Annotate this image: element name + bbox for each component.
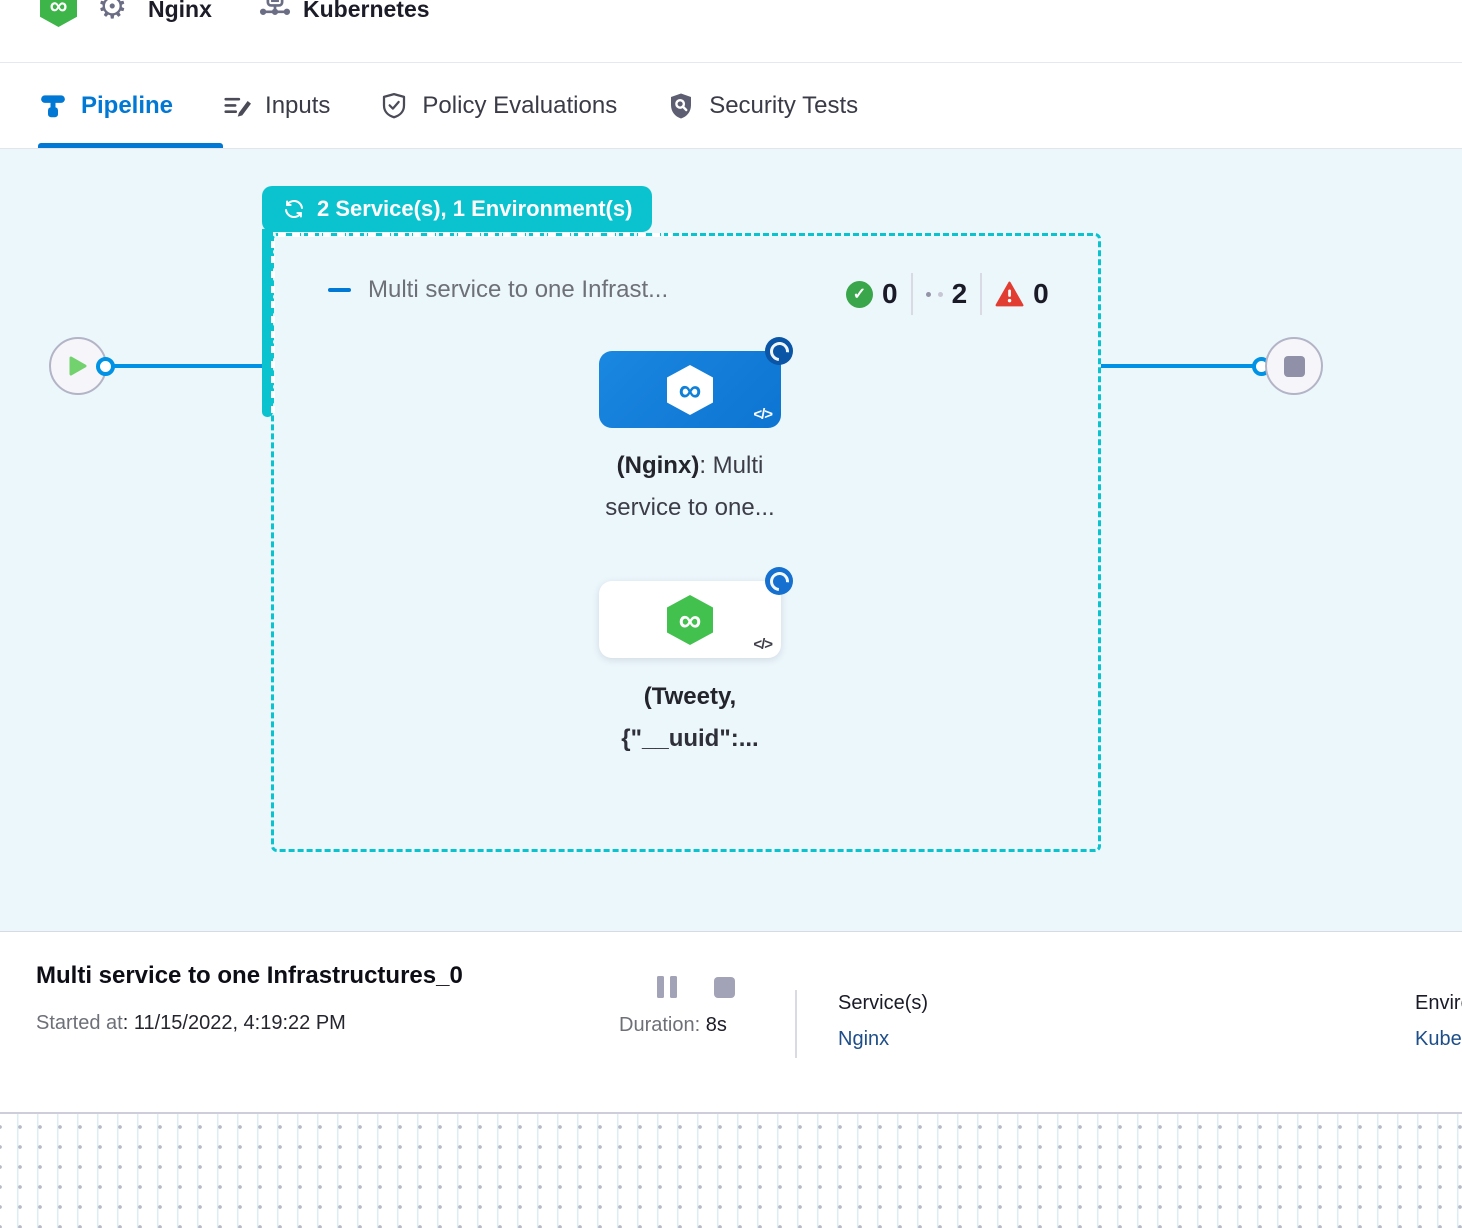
play-icon <box>69 356 87 376</box>
duration-value: 8s <box>706 1014 727 1036</box>
info-divider <box>795 990 797 1058</box>
services-environments-badge-label: 2 Service(s), 1 Environment(s) <box>317 196 632 222</box>
stage-group-boundary-dash-overlay-side <box>271 241 275 415</box>
started-at: Started at: 11/15/2022, 4:19:22 PM <box>36 1012 346 1035</box>
started-at-value: : 11/15/2022, 4:19:22 PM <box>123 1012 346 1034</box>
pause-button[interactable] <box>657 976 677 998</box>
tab-security-tests[interactable]: Security Tests <box>666 91 858 121</box>
environments-label: Environment(s) <box>1415 992 1462 1015</box>
stage-group-boundary <box>271 233 1101 852</box>
services-label: Service(s) <box>838 992 928 1015</box>
stage-group-boundary-dash-overlay-top <box>278 233 672 237</box>
tab-pipeline-label: Pipeline <box>81 92 173 120</box>
infrastructure-icon <box>256 0 294 30</box>
shield-check-icon <box>379 91 409 121</box>
tab-bar: Pipeline Inputs Policy Evaluations <box>0 63 1462 149</box>
pipeline-icon <box>38 91 68 121</box>
gear-icon: ⚙ <box>97 0 127 27</box>
duration-label: Duration: <box>619 1014 700 1036</box>
stop-icon <box>1284 356 1305 377</box>
environment-name-crumb[interactable]: Kubernetes <box>303 0 430 23</box>
connector-dot-start <box>96 357 115 376</box>
tab-security-tests-label: Security Tests <box>709 92 858 120</box>
edit-inputs-icon <box>222 91 252 121</box>
tab-policy-evaluations-label: Policy Evaluations <box>422 92 617 120</box>
tab-inputs-label: Inputs <box>265 92 330 120</box>
pipeline-end-node[interactable] <box>1265 337 1323 395</box>
started-at-label: Started at <box>36 1012 123 1034</box>
active-tab-underline <box>38 143 223 148</box>
duration: Duration: 8s <box>619 1014 727 1037</box>
loop-icon <box>282 197 306 221</box>
pipeline-name-crumb[interactable]: Nginx <box>148 0 212 23</box>
edge-start-to-stage <box>105 364 263 368</box>
services-summary: Service(s) Nginx <box>838 992 928 1051</box>
shield-search-icon <box>666 91 696 121</box>
execution-info-bar: Multi service to one Infrastructures_0 S… <box>0 931 1462 1112</box>
services-environments-badge[interactable]: 2 Service(s), 1 Environment(s) <box>262 186 652 232</box>
environments-link[interactable]: Kubernetes <box>1415 1028 1462 1050</box>
tab-pipeline[interactable]: Pipeline <box>38 91 173 121</box>
breadcrumb-bar: ∞ ⚙ Nginx Kubernetes <box>0 0 1462 63</box>
services-link[interactable]: Nginx <box>838 1028 889 1050</box>
harness-logo-icon: ∞ <box>40 0 77 27</box>
environments-summary: Environment(s) Kubernetes <box>1415 992 1462 1051</box>
abort-button[interactable] <box>714 977 735 998</box>
infinity-glyph: ∞ <box>50 0 68 21</box>
edge-stage-to-end <box>1101 364 1261 368</box>
tab-inputs[interactable]: Inputs <box>222 91 330 121</box>
canvas-grid-background <box>0 1112 1462 1228</box>
execution-title: Multi service to one Infrastructures_0 <box>36 962 463 990</box>
tab-policy-evaluations[interactable]: Policy Evaluations <box>379 91 617 121</box>
pipeline-canvas: 2 Service(s), 1 Environment(s) Multi ser… <box>0 149 1462 931</box>
